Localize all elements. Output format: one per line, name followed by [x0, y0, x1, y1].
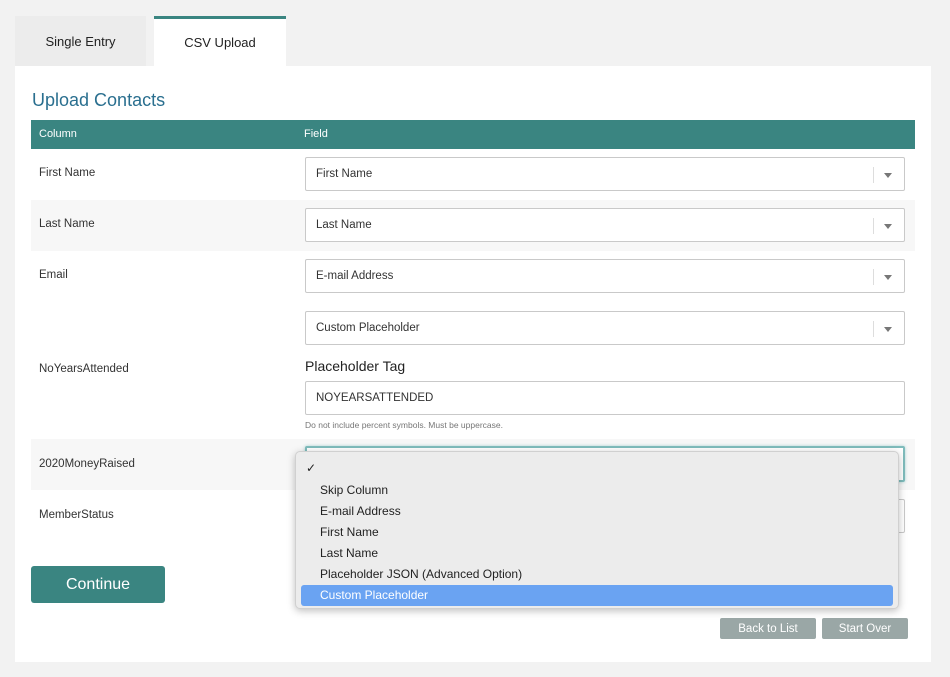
page-title: Upload Contacts [32, 90, 166, 110]
field-header: Field [304, 128, 328, 140]
dropdown-option-placeholder-json[interactable]: Placeholder JSON (Advanced Option) [301, 564, 893, 585]
field-select[interactable]: E-mail Address [305, 259, 905, 293]
chevron-down-icon [884, 327, 892, 332]
column-name: Last Name [39, 218, 95, 230]
table-row: NoYearsAttended Custom Placeholder Place… [31, 302, 915, 439]
field-select[interactable]: First Name [305, 157, 905, 191]
chevron-down-icon [884, 275, 892, 280]
checkmark-icon: ✓ [306, 461, 317, 475]
dropdown-option-first-name[interactable]: First Name [301, 522, 893, 543]
chevron-down-icon [884, 224, 892, 229]
column-name: NoYearsAttended [39, 363, 129, 375]
column-name: First Name [39, 167, 96, 179]
select-separator [873, 321, 874, 337]
dropdown-option-last-name[interactable]: Last Name [301, 543, 893, 564]
chevron-down-icon [884, 173, 892, 178]
column-header: Column [39, 128, 77, 140]
placeholder-tag-input[interactable] [305, 381, 905, 415]
dropdown-option-skip-column[interactable]: Skip Column [301, 480, 893, 501]
select-separator [873, 218, 874, 234]
tab-csv-upload[interactable]: CSV Upload [154, 16, 286, 66]
table-row: Last Name Last Name [31, 200, 915, 251]
table-row: First Name First Name [31, 149, 915, 200]
start-over-button[interactable]: Start Over [822, 618, 908, 639]
table-header: Column Field [31, 120, 915, 149]
placeholder-help-text: Do not include percent symbols. Must be … [305, 420, 503, 430]
table-row: Email E-mail Address [31, 251, 915, 302]
column-name: 2020MoneyRaised [39, 458, 135, 470]
field-select-value: E-mail Address [316, 270, 394, 282]
tab-single-entry[interactable]: Single Entry [15, 16, 146, 66]
dropdown-option-custom-placeholder[interactable]: Custom Placeholder [301, 585, 893, 606]
field-select-value: Last Name [316, 219, 372, 231]
continue-button[interactable]: Continue [31, 566, 165, 603]
column-name: Email [39, 269, 68, 281]
field-select[interactable]: Custom Placeholder [305, 311, 905, 345]
select-separator [873, 269, 874, 285]
back-to-list-button[interactable]: Back to List [720, 618, 816, 639]
field-select-value: Custom Placeholder [316, 322, 420, 334]
select-separator [873, 167, 874, 183]
field-select-value: First Name [316, 168, 373, 180]
field-select[interactable]: Last Name [305, 208, 905, 242]
placeholder-tag-label: Placeholder Tag [305, 358, 406, 374]
dropdown-option-email-address[interactable]: E-mail Address [301, 501, 893, 522]
field-dropdown-menu: ✓ Skip Column E-mail Address First Name … [295, 451, 899, 609]
column-name: MemberStatus [39, 509, 114, 521]
